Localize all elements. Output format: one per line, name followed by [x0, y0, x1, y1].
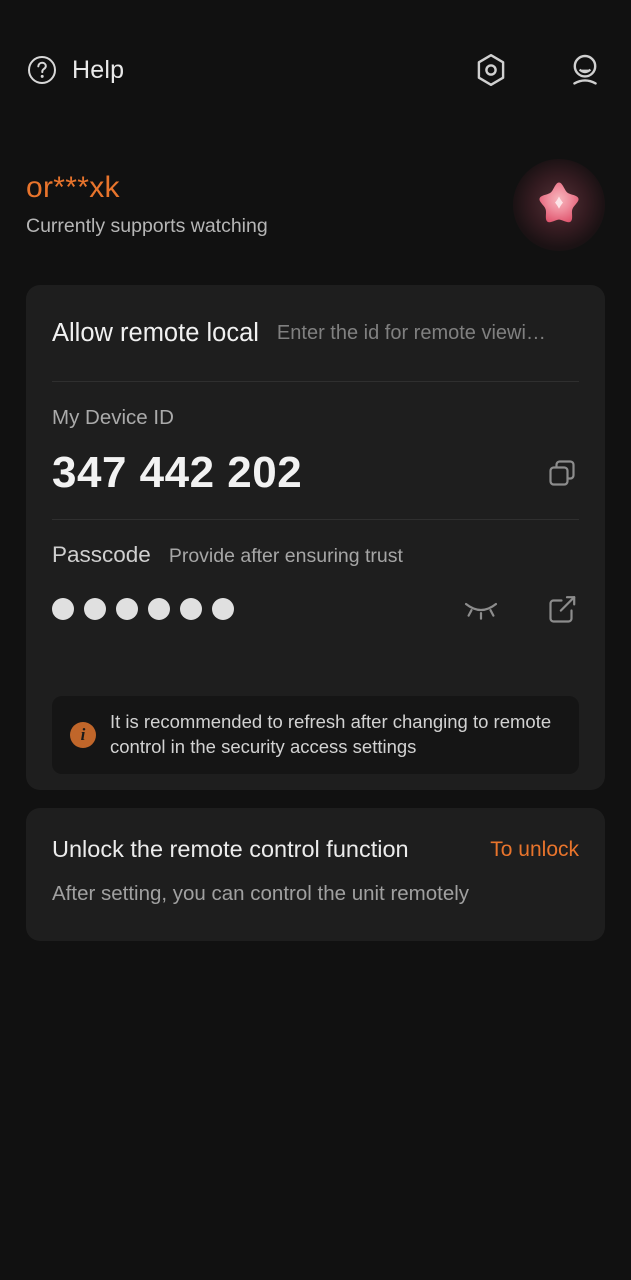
passcode-dot	[148, 598, 170, 620]
info-icon: i	[70, 721, 96, 748]
edit-square-icon[interactable]	[545, 592, 579, 626]
device-id-label: My Device ID	[52, 406, 174, 429]
profile-username: or***xk	[26, 171, 120, 205]
question-circle-icon	[26, 54, 58, 86]
to-unlock-button[interactable]: To unlock	[490, 839, 579, 860]
star-avatar-icon	[530, 176, 588, 234]
passcode-actions	[461, 592, 579, 626]
passcode-dot	[116, 598, 138, 620]
profile-text-group: or***xk Currently supports watching	[26, 173, 268, 237]
passcode-dots[interactable]	[52, 598, 234, 620]
allow-remote-row: Allow remote local	[26, 285, 605, 381]
top-bar-icon-group	[471, 50, 605, 90]
passcode-dot	[180, 598, 202, 620]
passcode-block: Passcode Provide after ensuring trust	[26, 520, 605, 627]
profile-status: Currently supports watching	[26, 215, 268, 238]
passcode-dot	[52, 598, 74, 620]
device-id-block: My Device ID 347 442 202	[26, 382, 605, 519]
help-button[interactable]: Help	[26, 54, 124, 86]
remote-id-input[interactable]	[276, 321, 579, 345]
top-bar: Help	[0, 46, 631, 94]
avatar[interactable]	[513, 159, 605, 251]
person-icon[interactable]	[565, 50, 605, 90]
device-id-line: 347 442 202	[52, 447, 579, 497]
passcode-line	[52, 592, 579, 626]
hex-gear-icon[interactable]	[471, 50, 511, 90]
passcode-dot	[212, 598, 234, 620]
unlock-header-row: Unlock the remote control function To un…	[26, 808, 605, 862]
unlock-title: Unlock the remote control function	[52, 836, 409, 862]
unlock-subtitle: After setting, you can control the unit …	[52, 881, 470, 905]
unlock-card: Unlock the remote control function To un…	[26, 808, 605, 941]
passcode-header: Passcode Provide after ensuring trust	[52, 541, 579, 567]
passcode-label: Passcode	[52, 541, 151, 567]
info-banner-text: It is recommended to refresh after chang…	[110, 711, 552, 757]
copy-icon[interactable]	[545, 456, 579, 490]
profile-section: or***xk Currently supports watching	[0, 150, 631, 260]
eye-off-icon[interactable]	[461, 596, 501, 622]
help-label: Help	[72, 55, 125, 84]
passcode-dot	[84, 598, 106, 620]
device-id-value: 347 442 202	[52, 447, 303, 497]
info-banner: i It is recommended to refresh after cha…	[52, 696, 579, 774]
passcode-hint: Provide after ensuring trust	[168, 544, 403, 567]
allow-remote-label: Allow remote local	[52, 318, 259, 347]
